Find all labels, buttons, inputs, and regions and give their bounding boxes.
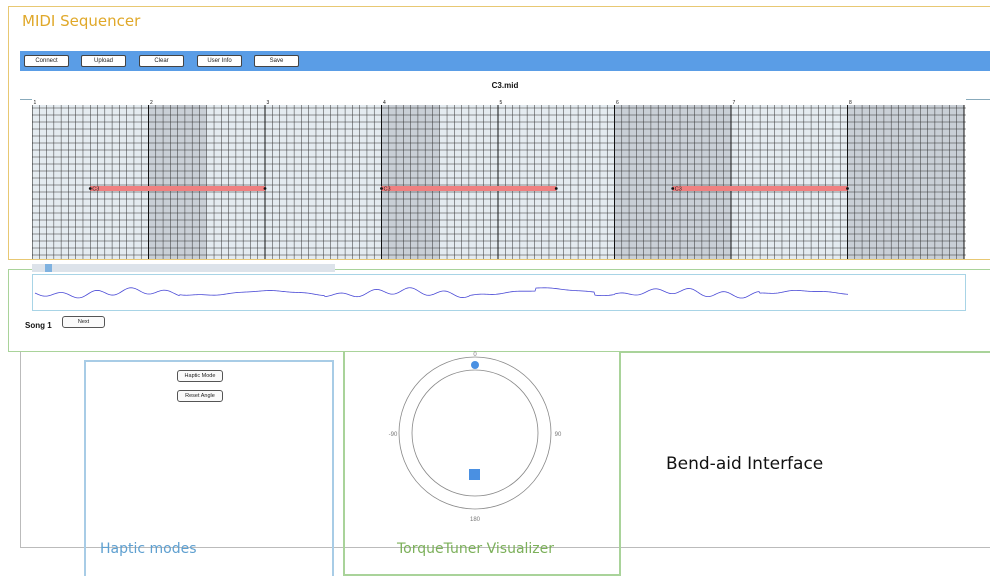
piano-roll[interactable]: 1 2 3 4 5 6 7 8 C3 C3 C3 xyxy=(32,99,966,263)
dial-label-bottom: 180 xyxy=(470,517,481,523)
dial-label-right: 90 xyxy=(555,432,562,438)
torque-dial[interactable]: 0 -90 90 180 xyxy=(380,345,570,525)
ruler-measure-label: 2 xyxy=(150,100,153,106)
file-title-bar: C3.mid xyxy=(20,72,990,100)
ruler-measure-label: 8 xyxy=(849,100,852,106)
scrollbar-track[interactable] xyxy=(32,264,335,272)
ruler-measure-label: 7 xyxy=(733,100,736,106)
dial-label-left: -90 xyxy=(389,432,398,438)
torquetuner-annotation: TorqueTuner Visualizer xyxy=(397,541,555,557)
note-block xyxy=(90,186,265,191)
ruler-measure-label: 1 xyxy=(34,100,37,106)
note-block xyxy=(381,186,557,191)
clear-button[interactable]: Clear xyxy=(139,55,184,67)
waveform-panel xyxy=(32,274,966,311)
haptic-mode-button[interactable]: Haptic Mode xyxy=(177,370,223,382)
ruler-measure-label: 4 xyxy=(383,100,386,106)
haptic-modes-annotation: Haptic modes xyxy=(100,541,197,557)
user-info-button[interactable]: User Info xyxy=(197,55,242,67)
midi-sequencer-annotation: MIDI Sequencer xyxy=(22,12,141,30)
torquetuner-frame-top xyxy=(343,351,345,353)
note-end-handle xyxy=(846,187,849,190)
scrollbar-thumb[interactable] xyxy=(45,264,52,272)
note-end-handle xyxy=(263,187,267,190)
file-title: C3.mid xyxy=(491,81,519,90)
bend-aid-annotation: Bend-aid Interface xyxy=(666,454,824,474)
song-label: Song 1 xyxy=(25,321,52,330)
note-label: C3 xyxy=(675,187,682,193)
connect-button[interactable]: Connect xyxy=(24,55,69,67)
toolbar: Connect Upload Clear User Info Save xyxy=(20,51,990,71)
note-block xyxy=(672,186,848,191)
note-label: C3 xyxy=(384,187,391,193)
ruler-measure-label: 5 xyxy=(500,100,503,106)
bend-aid-frame-top xyxy=(621,351,990,353)
dial-target-marker xyxy=(469,469,480,480)
note-start-handle xyxy=(671,187,675,190)
save-button[interactable]: Save xyxy=(254,55,299,67)
upload-button[interactable]: Upload xyxy=(81,55,126,67)
note-label: C3 xyxy=(92,187,99,193)
ruler-measure-label: 3 xyxy=(267,100,270,106)
note-end-handle xyxy=(554,187,558,190)
note-start-handle xyxy=(380,187,383,190)
waveform xyxy=(34,287,849,299)
ruler-measure-label: 6 xyxy=(616,100,619,106)
reset-angle-button[interactable]: Reset Angle xyxy=(177,390,223,402)
dial-position-marker xyxy=(471,361,479,369)
next-button[interactable]: Next xyxy=(62,316,105,328)
dial-outer-ring xyxy=(398,356,552,510)
note-start-handle xyxy=(88,187,92,190)
